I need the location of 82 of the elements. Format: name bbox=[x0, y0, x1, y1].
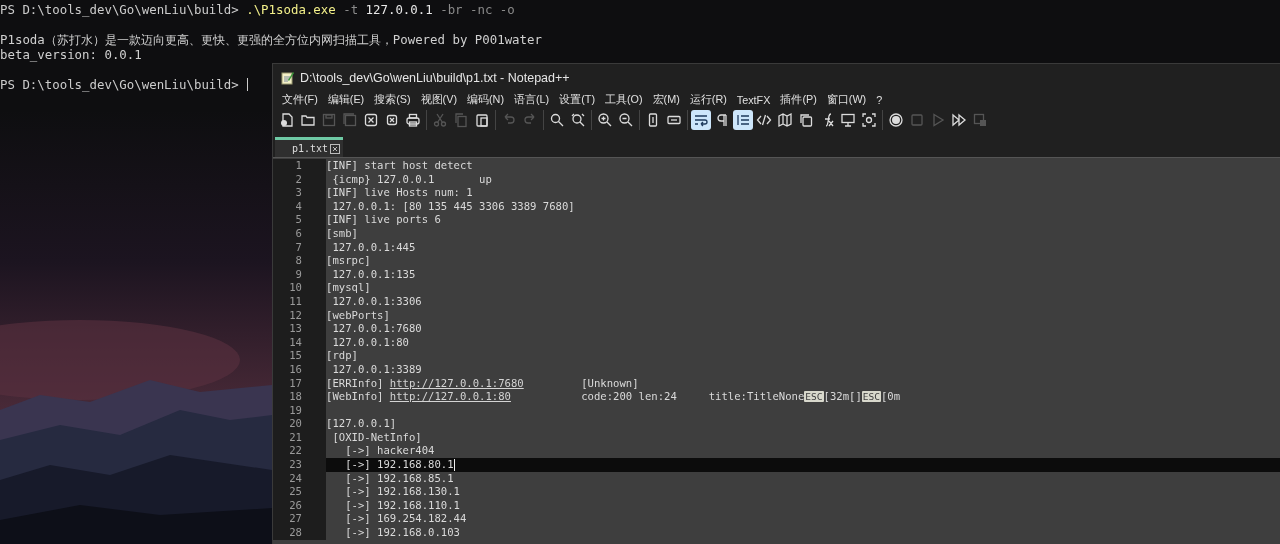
menu-item[interactable]: 宏(M) bbox=[647, 92, 685, 108]
text-cursor bbox=[247, 78, 249, 91]
code-text: [->] 192.168.0.103 bbox=[344, 526, 460, 539]
indent-guide-icon[interactable] bbox=[733, 110, 753, 130]
code-text: [->] 192.168.85.1 bbox=[344, 471, 454, 484]
code-text: [webPorts] bbox=[326, 308, 390, 321]
code-text: {icmp} 127.0.0.1 up bbox=[331, 172, 492, 185]
argument-text: 127.0.0.1 bbox=[364, 2, 433, 17]
record-icon[interactable] bbox=[886, 110, 906, 130]
code-text: [->] 192.168.110.1 bbox=[344, 498, 460, 511]
line-number: 8 bbox=[273, 254, 326, 268]
code-text: [->] 192.168.80.1 bbox=[344, 458, 454, 471]
code-text: [rdp] bbox=[326, 349, 358, 362]
line-number: 23 bbox=[273, 458, 326, 472]
line-number: 15 bbox=[273, 349, 326, 363]
code-text: [0m bbox=[881, 390, 901, 403]
code-text: [msrpc] bbox=[326, 254, 371, 267]
link[interactable]: http://127.0.0.1:80 bbox=[389, 390, 511, 403]
menu-item[interactable]: 设置(T) bbox=[554, 92, 600, 108]
code-text: [INF] start host detect bbox=[326, 159, 473, 171]
code-text: code:200 len:24 title:TitleNone bbox=[580, 390, 805, 403]
menu-item[interactable]: ? bbox=[871, 93, 888, 107]
menu-item[interactable]: 语言(L) bbox=[509, 92, 555, 108]
code-text: 127.0.0.1:80 bbox=[331, 335, 409, 348]
code-text: [Unknown] bbox=[580, 376, 639, 389]
menu-item[interactable]: 文件(F) bbox=[277, 92, 323, 108]
menu-item[interactable]: 视图(V) bbox=[415, 92, 462, 108]
menu-item[interactable]: 编码(N) bbox=[462, 92, 509, 108]
line-number: 27 bbox=[273, 512, 326, 527]
command-text: .\P1soda.exe bbox=[246, 2, 336, 17]
code-text: [INF] live Hosts num: 1 bbox=[326, 186, 473, 199]
line-number: 18 bbox=[273, 390, 326, 404]
menu-item[interactable]: 窗口(W) bbox=[821, 92, 872, 108]
menu-item[interactable]: TextFX bbox=[731, 93, 776, 107]
line-number: 28 bbox=[273, 526, 326, 540]
code-text: 127.0.0.1: [80 135 445 3306 3389 7680] bbox=[331, 199, 575, 212]
code-text: [INF] live ports 6 bbox=[326, 213, 441, 226]
prompt-text: PS D:\tools_dev\Go\wenLiu\build> bbox=[0, 2, 240, 17]
line-number: 10 bbox=[273, 281, 326, 295]
code-text: [WebInfo] bbox=[326, 390, 385, 403]
menu-item[interactable]: 插件(P) bbox=[775, 92, 822, 108]
text-cursor bbox=[453, 459, 455, 472]
menu-item[interactable]: 运行(R) bbox=[684, 92, 732, 108]
window-title: D:\tools_dev\Go\wenLiu\build\p1.txt - Notepad++ bbox=[300, 70, 570, 85]
code-text: 127.0.0.1:3306 bbox=[331, 294, 422, 307]
output-text: beta_version: 0.0.1 bbox=[0, 47, 142, 62]
map-icon[interactable] bbox=[775, 110, 795, 130]
code-text: 127.0.0.1:3389 bbox=[331, 362, 422, 375]
code-text: [->] 192.168.130.1 bbox=[344, 485, 460, 498]
file-tab[interactable]: p1.txt bbox=[275, 137, 343, 157]
line-number: 25 bbox=[273, 485, 326, 499]
code-text: [127.0.0.1] bbox=[326, 417, 397, 430]
code-text: [smb] bbox=[326, 226, 358, 239]
code-text: [mysql] bbox=[326, 281, 371, 294]
line-number: 13 bbox=[273, 322, 326, 336]
output-text: P1soda（苏打水）是一款迈向更高、更快、更强的全方位内网扫描工具，Powered by P001water bbox=[0, 32, 542, 47]
scan-icon[interactable] bbox=[859, 110, 879, 130]
code-text: [ERRInfo] bbox=[326, 376, 385, 389]
code-text: [->] hacker404 bbox=[344, 444, 435, 457]
option-text: -t bbox=[342, 2, 359, 17]
code-text: 127.0.0.1:7680 bbox=[331, 322, 422, 335]
line-number: 3 bbox=[273, 186, 326, 200]
option-text: -br -nc -o bbox=[439, 2, 515, 17]
link[interactable]: http://127.0.0.1:7680 bbox=[389, 376, 524, 389]
menu-item[interactable]: 搜索(S) bbox=[369, 92, 416, 108]
code-text: 127.0.0.1:445 bbox=[331, 240, 416, 253]
code-text: [32m[] bbox=[823, 390, 862, 403]
line-number: 1 bbox=[273, 159, 326, 173]
line-number: 22 bbox=[273, 444, 326, 459]
line-number: 5 bbox=[273, 213, 326, 227]
code-text: 127.0.0.1:135 bbox=[331, 267, 416, 280]
notepad-icon bbox=[280, 70, 294, 85]
line-number: 20 bbox=[273, 417, 326, 431]
code-text: [->] 169.254.182.44 bbox=[344, 512, 467, 525]
control-char-badge: ESC bbox=[804, 391, 824, 403]
control-char-badge: ESC bbox=[861, 391, 881, 403]
close-icon[interactable] bbox=[330, 143, 340, 154]
prompt-text: PS D:\tools_dev\Go\wenLiu\build> bbox=[0, 77, 240, 92]
menu-item[interactable]: 编辑(E) bbox=[322, 92, 370, 108]
word-wrap-icon[interactable] bbox=[691, 110, 711, 130]
menu-item[interactable]: 工具(O) bbox=[600, 92, 648, 108]
code-text: [OXID-NetInfo] bbox=[331, 430, 422, 443]
